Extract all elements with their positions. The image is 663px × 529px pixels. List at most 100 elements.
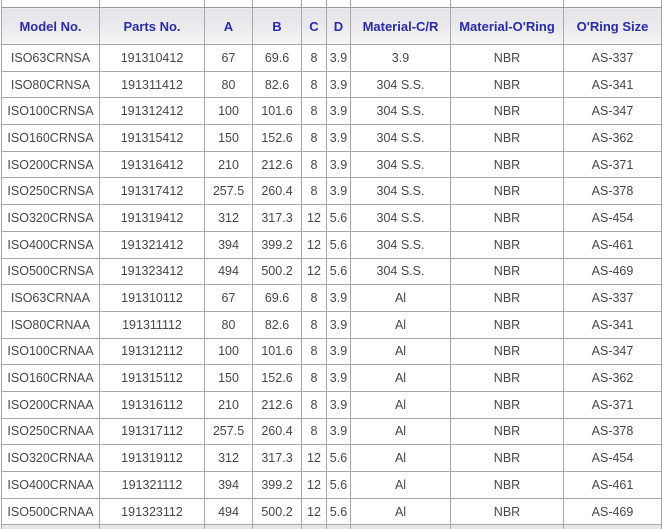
cell-a: 100 — [205, 338, 253, 365]
cell-d: 3.9 — [327, 418, 351, 445]
cell-material_oring: NBR — [451, 151, 564, 178]
clipped-cell — [100, 0, 205, 8]
cell-parts: 191316112 — [100, 391, 205, 418]
cell-material_cr: 3.9 — [351, 45, 451, 72]
cell-parts: 191317112 — [100, 418, 205, 445]
cell-material_cr: Al — [351, 285, 451, 312]
table-row: ISO500CRNAA191323112494500.2125.6AlNBRAS… — [2, 498, 662, 525]
cell-parts: 191310412 — [100, 45, 205, 72]
cell-a: 494 — [205, 498, 253, 525]
cell-oring_size: AS-378 — [564, 418, 662, 445]
cell-b: 101.6 — [253, 338, 302, 365]
cell-material_oring: NBR — [451, 418, 564, 445]
cell-b: 260.4 — [253, 178, 302, 205]
column-header-parts: Parts No. — [100, 8, 205, 45]
cell-c: 8 — [302, 365, 327, 392]
table-row: ISO250CRNAA191317112257.5260.483.9AlNBRA… — [2, 418, 662, 445]
cell-material_cr: Al — [351, 418, 451, 445]
cell-material_cr: 304 S.S. — [351, 258, 451, 285]
cell-oring_size: AS-341 — [564, 71, 662, 98]
table-header-row: Model No.Parts No.ABCDMaterial-C/RMateri… — [2, 8, 662, 45]
spec-table-page: Model No.Parts No.ABCDMaterial-C/RMateri… — [0, 0, 663, 529]
cell-a: 150 — [205, 125, 253, 152]
cell-oring_size: AS-378 — [564, 178, 662, 205]
clipped-cell — [451, 0, 564, 8]
cell-model: ISO250CRNAA — [2, 418, 100, 445]
table-row: ISO200CRNAA191316112210212.683.9AlNBRAS-… — [2, 391, 662, 418]
table-row: ISO320CRNSA191319412312317.3125.6304 S.S… — [2, 205, 662, 232]
clipped-cell — [327, 525, 351, 529]
cell-oring_size: AS-469 — [564, 498, 662, 525]
column-header-material_cr: Material-C/R — [351, 8, 451, 45]
cell-parts: 191312112 — [100, 338, 205, 365]
table-row: ISO400CRNAA191321112394399.2125.6AlNBRAS… — [2, 472, 662, 499]
cell-parts: 191323112 — [100, 498, 205, 525]
cell-c: 12 — [302, 205, 327, 232]
cell-d: 3.9 — [327, 71, 351, 98]
cell-b: 82.6 — [253, 311, 302, 338]
table-row: ISO100CRNAA191312112100101.683.9AlNBRAS-… — [2, 338, 662, 365]
table-row: ISO160CRNSA191315412150152.683.9304 S.S.… — [2, 125, 662, 152]
cell-material_cr: 304 S.S. — [351, 98, 451, 125]
cell-parts: 191321412 — [100, 231, 205, 258]
cell-b: 500.2 — [253, 498, 302, 525]
cell-b: 317.3 — [253, 445, 302, 472]
cell-model: ISO80CRNSA — [2, 71, 100, 98]
cell-material_cr: Al — [351, 472, 451, 499]
cell-c: 8 — [302, 125, 327, 152]
cell-parts: 191310112 — [100, 285, 205, 312]
cell-oring_size: AS-337 — [564, 285, 662, 312]
cell-parts: 191311412 — [100, 71, 205, 98]
cell-material_oring: NBR — [451, 445, 564, 472]
cell-parts: 191311112 — [100, 311, 205, 338]
cell-material_oring: NBR — [451, 258, 564, 285]
cell-material_oring: NBR — [451, 498, 564, 525]
cell-material_cr: Al — [351, 445, 451, 472]
cell-material_oring: NBR — [451, 205, 564, 232]
cell-parts: 191312412 — [100, 98, 205, 125]
cell-material_oring: NBR — [451, 472, 564, 499]
cell-material_cr: Al — [351, 391, 451, 418]
cell-a: 150 — [205, 365, 253, 392]
table-row: ISO250CRNSA191317412257.5260.483.9304 S.… — [2, 178, 662, 205]
table-row: ISO400CRNSA191321412394399.2125.6304 S.S… — [2, 231, 662, 258]
cell-c: 8 — [302, 418, 327, 445]
cell-oring_size: AS-454 — [564, 205, 662, 232]
cell-d: 5.6 — [327, 498, 351, 525]
cell-oring_size: AS-347 — [564, 338, 662, 365]
cell-material_cr: Al — [351, 338, 451, 365]
cell-b: 69.6 — [253, 45, 302, 72]
cell-b: 399.2 — [253, 472, 302, 499]
cell-model: ISO160CRNSA — [2, 125, 100, 152]
table-row: ISO63CRNAA1913101126769.683.9AlNBRAS-337 — [2, 285, 662, 312]
clipped-row-below — [2, 525, 662, 529]
cell-d: 5.6 — [327, 205, 351, 232]
cell-model: ISO320CRNAA — [2, 445, 100, 472]
cell-model: ISO160CRNAA — [2, 365, 100, 392]
cell-material_oring: NBR — [451, 178, 564, 205]
cell-c: 12 — [302, 445, 327, 472]
cell-oring_size: AS-461 — [564, 231, 662, 258]
cell-material_oring: NBR — [451, 45, 564, 72]
clipped-cell — [564, 525, 662, 529]
cell-model: ISO400CRNSA — [2, 231, 100, 258]
cell-b: 212.6 — [253, 151, 302, 178]
cell-material_cr: 304 S.S. — [351, 71, 451, 98]
clipped-cell — [327, 0, 351, 8]
cell-material_cr: Al — [351, 311, 451, 338]
cell-d: 3.9 — [327, 285, 351, 312]
cell-oring_size: AS-469 — [564, 258, 662, 285]
table-row: ISO160CRNAA191315112150152.683.9AlNBRAS-… — [2, 365, 662, 392]
clipped-cell — [564, 0, 662, 8]
table-row: ISO200CRNSA191316412210212.683.9304 S.S.… — [2, 151, 662, 178]
clipped-cell — [205, 525, 253, 529]
cell-c: 8 — [302, 45, 327, 72]
cell-b: 152.6 — [253, 365, 302, 392]
table-row: ISO320CRNAA191319112312317.3125.6AlNBRAS… — [2, 445, 662, 472]
cell-material_cr: Al — [351, 365, 451, 392]
cell-a: 80 — [205, 311, 253, 338]
cell-a: 257.5 — [205, 418, 253, 445]
cell-material_cr: Al — [351, 498, 451, 525]
cell-c: 8 — [302, 391, 327, 418]
cell-model: ISO320CRNSA — [2, 205, 100, 232]
